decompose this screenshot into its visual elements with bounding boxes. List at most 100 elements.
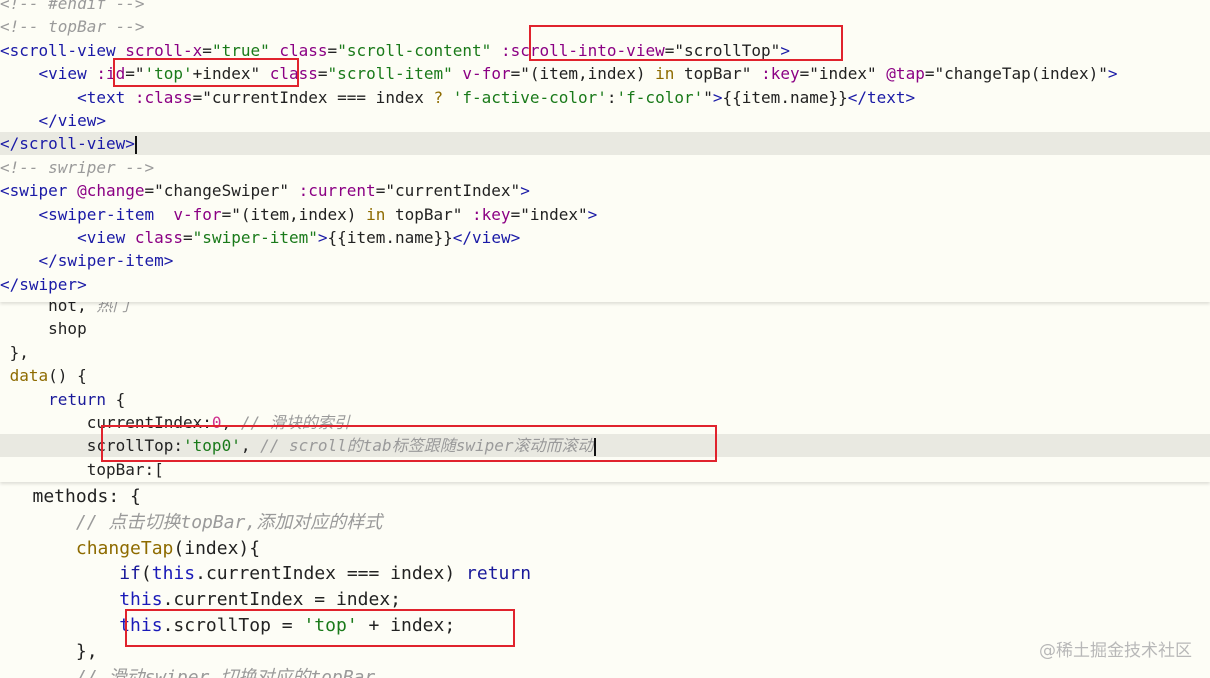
code-line[interactable]: data() { bbox=[0, 364, 1210, 387]
code-token: <text bbox=[77, 87, 135, 107]
editor-panel-data[interactable]: hot, 热门 shop }, data() { return { curren… bbox=[0, 302, 1210, 482]
code-line[interactable]: </view> bbox=[0, 109, 1210, 132]
code-line[interactable]: hot, 热门 bbox=[0, 302, 1210, 317]
code-token: <!-- topBar --> bbox=[0, 17, 145, 37]
code-line[interactable]: <scroll-view scroll-x="true" class="scro… bbox=[0, 39, 1210, 62]
code-token: 'top' bbox=[303, 615, 358, 636]
code-token: methods: { bbox=[0, 486, 141, 507]
code-line[interactable]: <!-- swriper --> bbox=[0, 156, 1210, 179]
code-token: {{item.name}} bbox=[327, 228, 453, 247]
code-token: ="currentIndex === index bbox=[192, 87, 434, 107]
code-token: ="(item,index) bbox=[510, 64, 656, 84]
code-token: .currentIndex = index; bbox=[162, 589, 401, 611]
code-line[interactable]: return { bbox=[0, 388, 1210, 411]
code-token: = bbox=[202, 40, 212, 60]
code-token: > bbox=[317, 228, 328, 247]
editor-panel-methods[interactable]: methods: { // 点击切换topBar,添加对应的样式 changeT… bbox=[0, 482, 1210, 678]
code-token: ="index" bbox=[799, 64, 887, 84]
code-token: + index; bbox=[357, 615, 456, 636]
code-line[interactable]: 推荐 bbox=[0, 481, 1210, 482]
code-token: > bbox=[712, 87, 723, 107]
code-line[interactable]: }, bbox=[0, 341, 1210, 364]
code-token: = bbox=[183, 228, 193, 247]
code-line[interactable]: </scroll-view> bbox=[0, 132, 1210, 156]
code-token: // 滑块的索引 bbox=[240, 413, 350, 432]
code-token: 'top0' bbox=[183, 436, 241, 456]
code-token: @change bbox=[77, 181, 145, 201]
code-token: <!-- swriper --> bbox=[0, 157, 155, 177]
code-token: =" bbox=[125, 64, 145, 84]
code-token: // 滑动swiper,切换对应的topBar bbox=[75, 666, 376, 678]
code-token: v-for bbox=[462, 64, 511, 84]
code-token: :class bbox=[134, 87, 193, 107]
code-token: , bbox=[240, 436, 261, 456]
code-token: <swiper bbox=[0, 181, 78, 201]
code-token: <view bbox=[38, 64, 97, 84]
code-line[interactable]: topBar:[ bbox=[0, 458, 1210, 481]
code-token: () { bbox=[48, 366, 87, 386]
code-token: ="changeTap(index)" bbox=[924, 64, 1108, 84]
code-token: ="scrollTop" bbox=[664, 40, 781, 60]
code-line[interactable]: }, bbox=[0, 639, 1210, 665]
code-token: hot, bbox=[0, 302, 87, 315]
code-line[interactable]: <view class="swiper-item">{{item.name}}<… bbox=[0, 226, 1210, 249]
code-token: class bbox=[279, 40, 328, 60]
code-line[interactable]: <swiper-item v-for="(item,index) in topB… bbox=[0, 203, 1210, 226]
code-token: : bbox=[606, 87, 617, 107]
code-token: }, bbox=[0, 342, 29, 362]
code-line[interactable]: // 点击切换topBar,添加对应的样式 bbox=[0, 510, 1210, 536]
code-token: , bbox=[221, 413, 241, 432]
code-line[interactable]: scrollTop:'top0', // scroll的tab标签跟随swipe… bbox=[0, 434, 1210, 458]
code-line[interactable]: if(this.currentIndex === index) return bbox=[0, 561, 1210, 587]
code-line[interactable]: </swiper-item> bbox=[0, 249, 1210, 272]
editor-panel-template[interactable]: <!-- #endif --> <!-- topBar --> <scroll-vi… bbox=[0, 0, 1210, 302]
code-line[interactable]: <!-- topBar --> bbox=[0, 15, 1210, 38]
code-token: {{item.name}} bbox=[722, 87, 848, 107]
code-token: "scroll-item" bbox=[327, 64, 453, 84]
code-token: 0 bbox=[211, 413, 222, 432]
code-token: ="(item,index) bbox=[221, 204, 367, 224]
code-token: .scrollTop = bbox=[162, 615, 304, 636]
code-line[interactable]: <swiper @change="changeSwiper" :current=… bbox=[0, 179, 1210, 202]
code-line[interactable]: this.currentIndex = index; bbox=[0, 587, 1210, 613]
code-token: .currentIndex === index) bbox=[195, 563, 467, 585]
code-token: = bbox=[317, 64, 328, 84]
code-line[interactable]: this.scrollTop = 'top' + index; bbox=[0, 613, 1210, 639]
code-token: return bbox=[466, 563, 532, 585]
code-line[interactable]: changeTap(index){ bbox=[0, 536, 1210, 562]
text-cursor bbox=[593, 437, 596, 456]
code-line[interactable]: shop bbox=[0, 317, 1210, 340]
code-token: v-for bbox=[173, 204, 222, 224]
code-line[interactable]: <view :id="'top'+index" class="scroll-it… bbox=[0, 62, 1210, 85]
code-line[interactable]: methods: { bbox=[0, 484, 1210, 510]
code-line[interactable]: <!-- #endif --> bbox=[0, 0, 1210, 15]
code-line[interactable]: </swiper> bbox=[0, 273, 1210, 296]
text-cursor bbox=[134, 135, 137, 154]
code-token: </text> bbox=[847, 87, 916, 107]
code-line[interactable]: <text :class="currentIndex === index ? '… bbox=[0, 86, 1210, 109]
code-token: scroll-x bbox=[125, 40, 203, 60]
code-token: > bbox=[520, 181, 530, 201]
code-token: data bbox=[9, 366, 49, 386]
code-line[interactable]: // 滑动swiper,切换对应的topBar bbox=[0, 665, 1210, 678]
code-token: :key bbox=[472, 204, 511, 224]
code-token: this bbox=[119, 615, 163, 636]
code-token: }, bbox=[0, 640, 98, 662]
code-line[interactable]: currentIndex:0, // 滑块的索引 bbox=[0, 411, 1210, 434]
code-token: if bbox=[119, 563, 141, 585]
code-token: ? bbox=[433, 87, 444, 107]
code-token: scrollTop: bbox=[0, 436, 184, 456]
code-token: </swiper-item> bbox=[38, 251, 174, 271]
code-token: return bbox=[48, 389, 106, 409]
